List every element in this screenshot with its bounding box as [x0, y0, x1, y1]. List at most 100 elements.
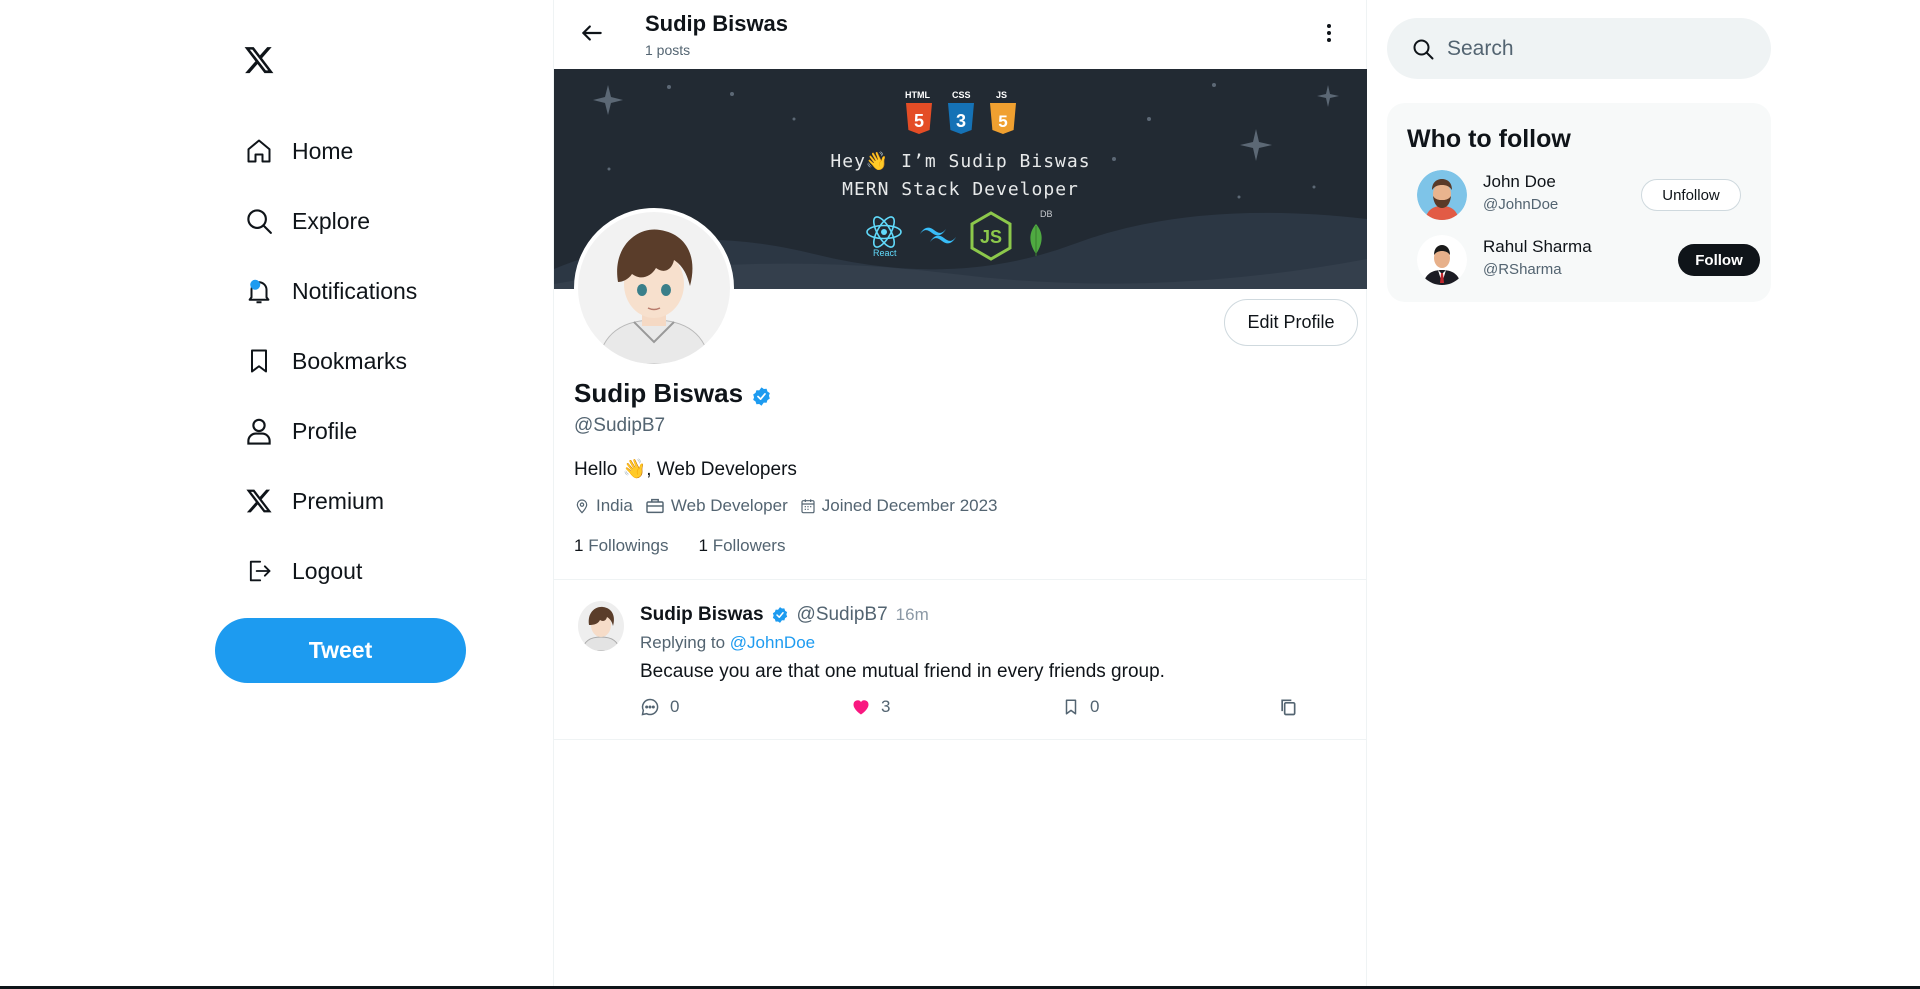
- nav-item-notifications[interactable]: Notifications: [244, 267, 417, 315]
- bookmark-icon: [1065, 699, 1077, 715]
- verified-badge-icon: [771, 606, 789, 624]
- logout-icon: [244, 556, 274, 586]
- more-options-icon[interactable]: [1319, 20, 1339, 46]
- tweet-author-name[interactable]: Sudip Biswas: [640, 604, 764, 626]
- tweet-author-handle[interactable]: @SudipB7: [797, 604, 888, 626]
- header-post-count: 1 posts: [645, 42, 691, 58]
- profile-name: Sudip Biswas: [574, 378, 744, 408]
- who-to-follow-card: Who to follow John Doe @JohnDoe Unfollow: [1387, 103, 1771, 302]
- comment-icon: [641, 698, 659, 716]
- profile-avatar[interactable]: [574, 208, 734, 368]
- profile-profession: Web Developer: [645, 496, 788, 516]
- anime-avatar-image: [578, 212, 730, 364]
- profession-text: Web Developer: [670, 496, 788, 515]
- js-label: JS: [996, 90, 1008, 100]
- follow-stats: 1 Followings 1 Followers: [574, 536, 815, 556]
- nav-item-home[interactable]: Home: [244, 127, 353, 175]
- nav-item-profile[interactable]: Profile: [244, 407, 357, 455]
- left-sidebar: Home Explore Notifications Bookmarks Pro: [0, 0, 553, 989]
- profile-location: India: [574, 496, 633, 516]
- search-input[interactable]: [1447, 36, 1747, 61]
- who-to-follow-title: Who to follow: [1407, 125, 1571, 153]
- followers-link[interactable]: 1 Followers: [699, 536, 786, 556]
- copy-button[interactable]: [1278, 697, 1308, 717]
- profile-header: Sudip Biswas 1 posts: [554, 0, 1367, 69]
- businessman-avatar-image: [1417, 235, 1467, 285]
- tweet-avatar[interactable]: [578, 601, 624, 651]
- nav-item-logout[interactable]: Logout: [244, 547, 362, 595]
- profile-handle: @SudipB7: [574, 415, 666, 436]
- briefcase-icon: [646, 498, 664, 514]
- nav-item-premium[interactable]: Premium: [244, 477, 384, 525]
- css3-icon: 3: [946, 97, 976, 135]
- search-icon: [1413, 39, 1434, 59]
- profile-name-row: Sudip Biswas: [574, 378, 772, 409]
- profile-joined: Joined December 2023: [800, 496, 998, 516]
- like-count: 3: [881, 697, 891, 716]
- nav-item-explore[interactable]: Explore: [244, 197, 370, 245]
- comment-count: 0: [670, 697, 680, 716]
- followings-link[interactable]: 1 Followings: [574, 536, 669, 556]
- follow-button[interactable]: Follow: [1678, 244, 1760, 276]
- home-icon: [244, 136, 274, 166]
- location-pin-icon: [576, 499, 588, 514]
- joined-text: Joined December 2023: [821, 496, 998, 515]
- header-name: Sudip Biswas: [645, 11, 789, 36]
- app-root: Home Explore Notifications Bookmarks Pro: [0, 0, 1920, 989]
- like-button[interactable]: 3: [851, 697, 890, 717]
- x-logo-icon[interactable]: [242, 44, 276, 78]
- copy-icon: [1281, 699, 1296, 716]
- follow-suggestion[interactable]: John Doe @JohnDoe Unfollow: [1387, 168, 1771, 224]
- followers-label: Followers: [712, 536, 786, 555]
- bearded-man-avatar-image: [1417, 170, 1467, 220]
- bookmark-button[interactable]: 0: [1062, 697, 1099, 717]
- followings-count: 1: [574, 536, 584, 555]
- svg-text:5: 5: [998, 112, 1007, 131]
- edit-profile-button[interactable]: Edit Profile: [1224, 299, 1358, 346]
- user-handle: @RSharma: [1483, 261, 1562, 278]
- nav-label-notifications: Notifications: [292, 277, 418, 304]
- svg-text:5: 5: [914, 111, 924, 131]
- html5-icon: 5: [904, 97, 934, 135]
- heart-filled-icon: [853, 700, 869, 715]
- tweet-button[interactable]: Tweet: [215, 618, 466, 683]
- user-name[interactable]: Rahul Sharma: [1483, 237, 1592, 257]
- tweet-timestamp: 16m: [895, 605, 929, 624]
- user-name[interactable]: John Doe: [1483, 172, 1556, 192]
- calendar-icon: [801, 499, 815, 514]
- nav-label-explore: Explore: [292, 207, 370, 234]
- location-text: India: [596, 496, 633, 515]
- bell-icon: [244, 276, 274, 306]
- tweet-card[interactable]: Sudip Biswas @SudipB7 16m Replying to @J…: [554, 580, 1367, 740]
- replying-to: Replying to @JohnDoe: [640, 633, 815, 653]
- replying-prefix: Replying to: [640, 633, 726, 652]
- user-icon: [244, 416, 274, 446]
- nav-label-profile: Profile: [292, 417, 358, 444]
- profile-bio: Hello 👋, Web Developers: [574, 459, 797, 480]
- comment-button[interactable]: 0: [640, 697, 679, 717]
- html-label: HTML: [905, 90, 930, 100]
- profile-meta: India Web Developer Joined December 2023: [574, 496, 1010, 516]
- user-avatar[interactable]: [1417, 170, 1467, 220]
- back-arrow-icon[interactable]: [579, 20, 611, 48]
- user-avatar[interactable]: [1417, 235, 1467, 285]
- right-sidebar: Who to follow John Doe @JohnDoe Unfollow: [1367, 0, 1920, 989]
- follow-suggestion[interactable]: Rahul Sharma @RSharma Follow: [1387, 233, 1771, 289]
- main-column: Sudip Biswas 1 posts 5 3 5 HTML CSS JS H…: [553, 0, 1367, 989]
- tweet-header: Sudip Biswas @SudipB7 16m: [640, 604, 929, 626]
- stack-icons: React JS DB: [864, 209, 1064, 264]
- search-box[interactable]: [1387, 18, 1771, 79]
- tweet-text: Because you are that one mutual friend i…: [640, 661, 1165, 682]
- svg-text:3: 3: [956, 111, 966, 131]
- react-label: React: [873, 248, 897, 258]
- unfollow-button[interactable]: Unfollow: [1641, 179, 1741, 211]
- nav-item-bookmarks[interactable]: Bookmarks: [244, 337, 407, 385]
- verified-badge-icon: [751, 383, 772, 406]
- search-icon: [244, 206, 274, 236]
- react-icon: React: [864, 214, 904, 258]
- js-icon: 5: [988, 97, 1018, 135]
- tweet-actions: 0 3 0: [640, 697, 1300, 721]
- banner-line-1: Hey👋 I’m Sudip Biswas: [830, 151, 1091, 172]
- replying-to-link[interactable]: @JohnDoe: [730, 633, 815, 652]
- nav-label-logout: Logout: [292, 557, 363, 584]
